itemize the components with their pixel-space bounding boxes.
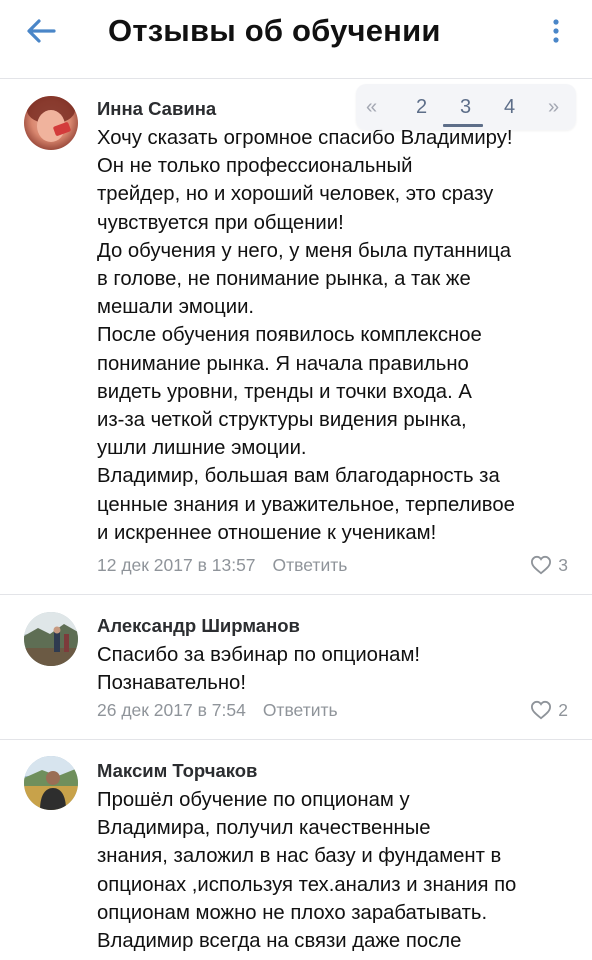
comment-line: знания, заложил в нас базу и фундамент в xyxy=(97,845,502,868)
comment-line: ушли лишние эмоции. xyxy=(97,437,307,460)
comment-line: Владимир, большая вам благодарность за xyxy=(97,465,500,488)
comment-line: и искреннее отношение к ученикам! xyxy=(97,521,437,544)
pager-active-indicator xyxy=(443,124,483,127)
comment-line: Владимира, получил качественные xyxy=(97,817,431,840)
comment-text: Спасибо за вэбинар по опционам! Познават… xyxy=(97,641,577,697)
heart-icon xyxy=(531,555,552,575)
like-count: 2 xyxy=(558,700,568,720)
divider xyxy=(0,739,592,740)
comment-line: Прошёл обучение по опционам у xyxy=(97,789,410,811)
comment-date: 26 дек 2017 в 7:54 xyxy=(97,700,246,720)
comment-line: До обучения у него, у меня была путанниц… xyxy=(97,239,512,262)
comment-line: видеть уровни, тренды и точки входа. А xyxy=(97,380,472,403)
comment-text: Прошёл обучение по опционам у Владимира,… xyxy=(97,786,577,955)
avatar[interactable] xyxy=(24,612,78,666)
comment-meta: 26 дек 2017 в 7:54 Ответить xyxy=(97,698,338,722)
pager-page-4[interactable]: 4 xyxy=(504,94,515,120)
comment-line: Он не только профессиональный xyxy=(97,155,413,178)
comment-line: чувствуется при общении! xyxy=(97,211,344,234)
back-button[interactable] xyxy=(22,14,62,48)
avatar[interactable] xyxy=(24,96,78,150)
comment-author[interactable]: Инна Савина xyxy=(97,97,216,121)
app-header: Отзывы об обучении xyxy=(0,0,592,79)
pager-next-button[interactable]: » xyxy=(548,94,559,120)
reply-button[interactable]: Ответить xyxy=(263,698,338,722)
comment-line: понимание рынка. Я начала правильно xyxy=(97,352,469,375)
pager-page-3-current[interactable]: 3 xyxy=(460,94,471,120)
more-vertical-icon xyxy=(553,19,559,43)
reply-button[interactable]: Ответить xyxy=(273,553,348,577)
comment-line: из-за четкой структуры видения рынка, xyxy=(97,409,467,432)
comment-line: После обучения появилось комплексное xyxy=(97,324,482,347)
more-options-button[interactable] xyxy=(544,14,568,48)
comment-line: ценные знания и уважительное, терпеливое xyxy=(97,493,515,516)
comment-line: опционам можно не плохо зарабатывать. xyxy=(97,901,488,924)
like-button[interactable]: 3 xyxy=(530,553,568,577)
comment-text: Хочу сказать огромное спасибо Владимиру!… xyxy=(97,124,577,547)
heart-icon xyxy=(531,700,552,720)
pager-page-2[interactable]: 2 xyxy=(416,94,427,120)
comment-line: Познавательно! xyxy=(97,672,246,695)
comment-line: трейдер, но и хороший человек, это сразу xyxy=(97,183,494,206)
comment-author[interactable]: Александр Ширманов xyxy=(97,614,300,638)
comment-meta: 12 дек 2017 в 13:57 Ответить xyxy=(97,553,347,577)
divider xyxy=(0,594,592,595)
pager-prev-button[interactable]: « xyxy=(366,94,377,120)
comment-line: Спасибо за вэбинар по опционам! xyxy=(97,644,421,666)
like-button[interactable]: 2 xyxy=(530,698,568,722)
like-count: 3 xyxy=(558,555,568,575)
page-title: Отзывы об обучении xyxy=(108,13,441,48)
comment-line: мешали эмоции. xyxy=(97,296,255,319)
avatar[interactable] xyxy=(24,756,78,810)
comment-author[interactable]: Максим Торчаков xyxy=(97,759,257,783)
comment-line: в голове, не понимание рынка, а так же xyxy=(97,268,471,291)
arrow-left-icon xyxy=(27,19,56,43)
comment-date: 12 дек 2017 в 13:57 xyxy=(97,555,256,575)
comment-line: опционах ,используя тех.анализ и знания … xyxy=(97,873,517,896)
comment-line: Владимир всегда на связи даже после xyxy=(97,930,462,953)
